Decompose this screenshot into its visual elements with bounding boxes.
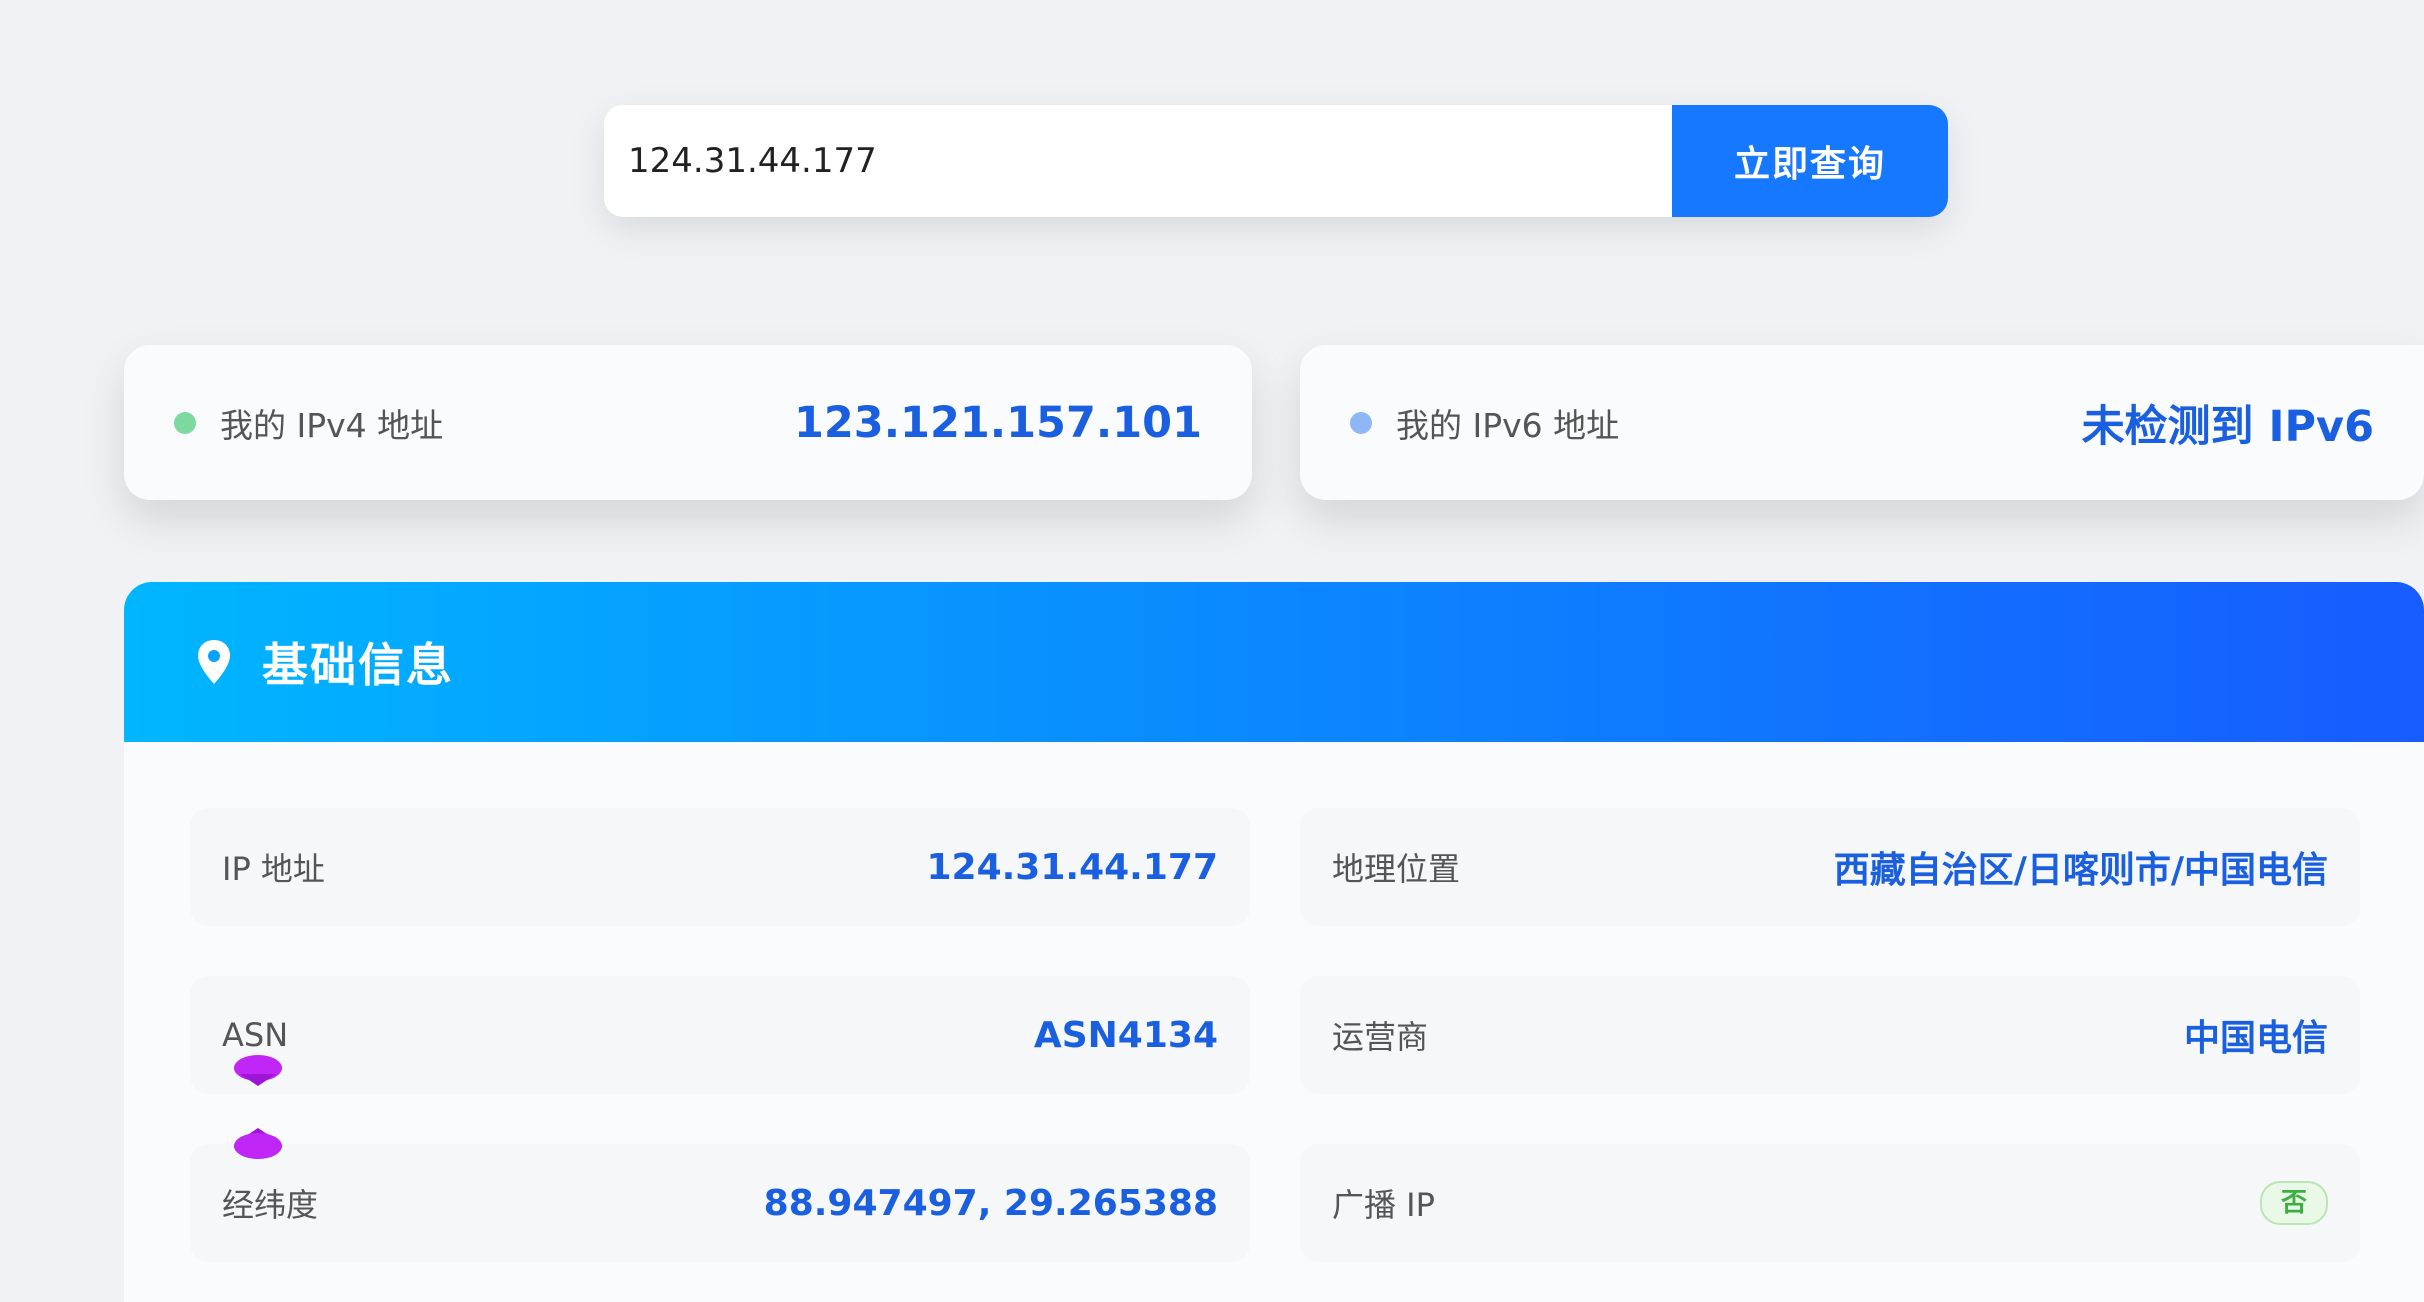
ip-address-value[interactable]: 124.31.44.177 (926, 847, 1218, 888)
map-pin-icon (198, 640, 230, 684)
broadcast-ip-field: 广播 IP 否 (1300, 1144, 2360, 1262)
coordinates-value[interactable]: 88.947497, 29.265388 (764, 1183, 1218, 1224)
ipv4-status-dot (174, 411, 196, 434)
location-label: 地理位置 (1332, 850, 1461, 888)
query-button[interactable]: 立即查询 (1672, 105, 1948, 217)
broadcast-ip-label: 广播 IP (1332, 1186, 1435, 1224)
basic-info-title: 基础信息 (262, 638, 454, 692)
my-ipv6-card: 我的 IPv6 地址 未检测到 IPv6 (1300, 345, 2424, 500)
purple-drop-icon-top (234, 1055, 282, 1086)
location-field: 地理位置 西藏自治区/日喀则市/中国电信 (1300, 808, 2360, 926)
ip-address-label: IP 地址 (222, 850, 325, 888)
asn-field: ASN ASN4134 (190, 976, 1250, 1094)
coordinates-field: 经纬度 88.947497, 29.265388 (190, 1144, 1250, 1262)
asn-label: ASN (222, 1016, 289, 1054)
ipv4-value[interactable]: 123.121.157.101 (794, 398, 1202, 448)
isp-value[interactable]: 中国电信 (2184, 1009, 2328, 1061)
basic-info-panel: 基础信息 IP 地址 124.31.44.177 地理位置 西藏自治区/日喀则市… (124, 582, 2424, 1302)
asn-value[interactable]: ASN4134 (1034, 1015, 1218, 1056)
isp-label: 运营商 (1332, 1018, 1429, 1056)
location-value[interactable]: 西藏自治区/日喀则市/中国电信 (1834, 841, 2328, 893)
ipv4-label: 我的 IPv4 地址 (220, 405, 444, 445)
ipv6-value[interactable]: 未检测到 IPv6 (2082, 392, 2374, 454)
isp-field: 运营商 中国电信 (1300, 976, 2360, 1094)
basic-info-header: 基础信息 (124, 582, 2424, 742)
coordinates-label: 经纬度 (222, 1186, 319, 1224)
ip-search-input[interactable] (604, 105, 1672, 217)
purple-drop-icon-bottom (234, 1128, 282, 1159)
ipv6-status-dot (1350, 411, 1372, 434)
my-ipv4-card: 我的 IPv4 地址 123.121.157.101 (124, 345, 1252, 500)
ip-address-field: IP 地址 124.31.44.177 (190, 808, 1250, 926)
search-bar: 立即查询 (604, 105, 1948, 217)
ipv6-label: 我的 IPv6 地址 (1396, 405, 1620, 445)
broadcast-ip-badge: 否 (2260, 1181, 2328, 1225)
